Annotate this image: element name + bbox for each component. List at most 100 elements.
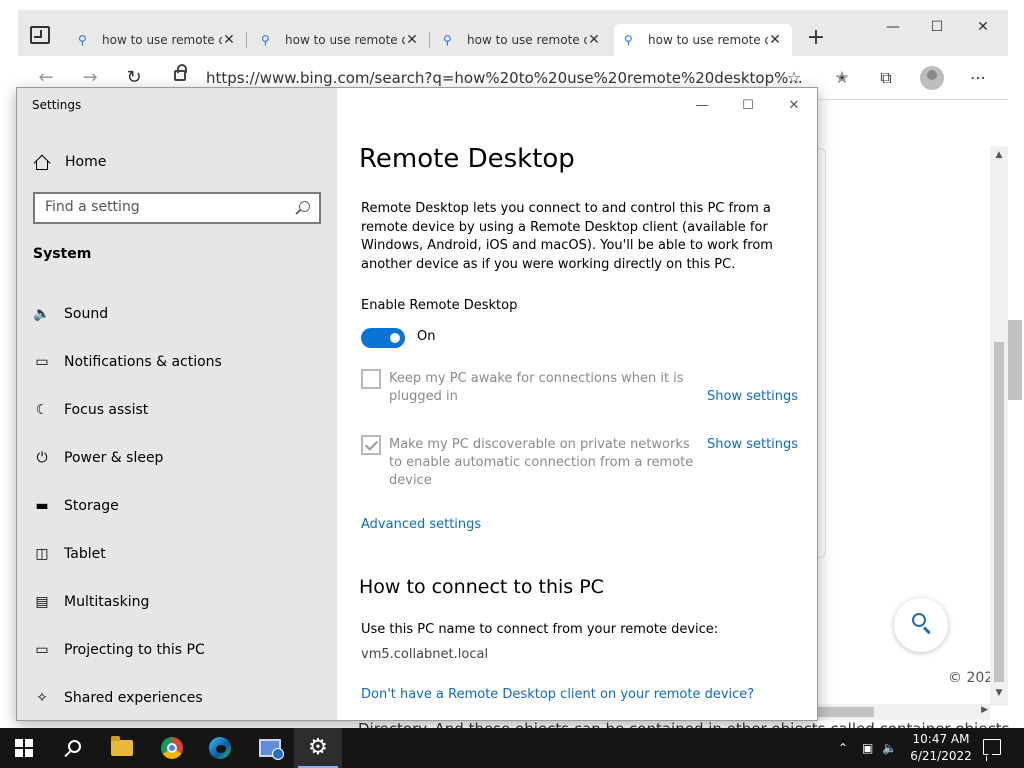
sidebar-item-tablet[interactable]: ◫ Tablet — [33, 542, 106, 566]
show-hidden-icons[interactable]: ⌃ — [838, 728, 848, 768]
search-fab-button[interactable] — [894, 598, 948, 652]
tab-title: how to use remote desktop — [102, 33, 222, 47]
bing-search-icon: ⚲ — [261, 33, 270, 47]
clock-time: 10:47 AM — [912, 732, 970, 746]
tablet-icon: ◫ — [35, 546, 49, 562]
settings-content: — ☐ ✕ Remote Desktop Remote Desktop lets… — [337, 88, 817, 720]
tab-actions-icon[interactable] — [30, 26, 50, 44]
edge-button[interactable] — [196, 728, 244, 768]
show-settings-link[interactable]: Show settings — [707, 437, 798, 452]
settings-window: Settings Home Find a setting System 🔈 So… — [16, 87, 818, 721]
projector-icon: ▭ — [35, 642, 49, 658]
outer-scroll-thumb[interactable] — [1008, 320, 1022, 400]
window-title: Settings — [32, 98, 82, 112]
file-explorer-button[interactable] — [98, 728, 146, 768]
settings-sidebar: Settings Home Find a setting System 🔈 So… — [17, 88, 337, 720]
sidebar-item-sound[interactable]: 🔈 Sound — [33, 302, 108, 326]
system-clock[interactable]: 10:47 AM 6/21/2022 — [905, 731, 977, 765]
connect-heading: How to connect to this PC — [359, 576, 604, 598]
close-tab-icon[interactable]: ✕ — [222, 32, 236, 48]
home-icon — [33, 154, 51, 172]
keep-awake-checkbox[interactable] — [361, 369, 381, 389]
browser-tab[interactable]: ⚲ how to use remote desktop ✕ — [433, 24, 611, 56]
show-settings-link[interactable]: Show settings — [707, 389, 798, 404]
pc-name-value: vm5.collabnet.local — [361, 647, 489, 662]
get-client-link[interactable]: Don't have a Remote Desktop client on yo… — [361, 687, 754, 702]
notification-center-icon[interactable] — [983, 739, 1001, 755]
scroll-down-icon[interactable]: ▼ — [990, 688, 1008, 698]
shared-icon: ✧ — [36, 690, 48, 706]
remote-desktop-app-button[interactable] — [246, 728, 294, 768]
scroll-thumb[interactable] — [994, 342, 1004, 682]
chrome-icon — [161, 737, 183, 759]
discoverable-checkbox[interactable] — [361, 435, 381, 455]
maximize-icon[interactable]: ☐ — [914, 14, 960, 40]
description-text: Remote Desktop lets you connect to and c… — [361, 201, 773, 272]
enable-remote-desktop-label: Enable Remote Desktop — [361, 298, 518, 313]
advanced-settings-link[interactable]: Advanced settings — [361, 517, 481, 532]
minimize-icon[interactable]: — — [687, 96, 717, 116]
remote-desktop-toggle[interactable] — [361, 328, 405, 348]
close-icon[interactable]: ✕ — [779, 96, 809, 116]
close-tab-icon[interactable]: ✕ — [405, 32, 419, 48]
bing-search-icon: ⚲ — [443, 33, 452, 47]
vertical-scrollbar[interactable]: ▲ ▼ — [990, 146, 1008, 706]
tab-title: how to use remote desktop — [285, 33, 405, 47]
sidebar-item-storage[interactable]: ▬ Storage — [33, 494, 119, 518]
scroll-thumb[interactable] — [818, 707, 874, 717]
sidebar-item-label: Power & sleep — [64, 450, 164, 466]
sidebar-item-label: Tablet — [64, 546, 106, 562]
more-menu-icon[interactable]: ⋯ — [966, 66, 990, 90]
sidebar-item-power-sleep[interactable]: ⏻ Power & sleep — [33, 446, 163, 470]
scroll-up-icon[interactable]: ▲ — [990, 150, 1008, 160]
browser-tab[interactable]: ⚲ how to use remote desktop ✕ — [68, 24, 247, 56]
close-tab-icon[interactable]: ✕ — [768, 32, 782, 48]
horizontal-scrollbar[interactable]: ▶ — [818, 704, 990, 720]
sidebar-item-label: Storage — [64, 498, 119, 514]
sidebar-item-projecting[interactable]: ▭ Projecting to this PC — [33, 638, 204, 662]
settings-app-button[interactable]: ⚙ — [294, 728, 342, 768]
folder-icon — [111, 736, 133, 756]
storage-icon: ▬ — [35, 498, 49, 514]
sidebar-item-multitasking[interactable]: ▤ Multitasking — [33, 590, 149, 614]
new-tab-button[interactable]: + — [802, 24, 830, 54]
sidebar-item-notifications[interactable]: ▭ Notifications & actions — [33, 350, 222, 374]
close-tab-icon[interactable]: ✕ — [587, 32, 601, 48]
bing-search-icon: ⚲ — [78, 33, 87, 47]
browser-tab-active[interactable]: ⚲ how to use remote desktop ✕ — [614, 24, 792, 56]
sidebar-item-label: Multitasking — [64, 594, 150, 610]
minimize-icon[interactable]: — — [870, 14, 916, 40]
speaker-icon: 🔈 — [33, 306, 51, 322]
maximize-icon[interactable]: ☐ — [733, 96, 763, 116]
edge-icon — [209, 737, 231, 759]
favorites-icon[interactable]: ✭ — [830, 66, 854, 90]
network-icon[interactable]: ▣ — [862, 728, 873, 768]
sidebar-item-shared-experiences[interactable]: ✧ Shared experiences — [33, 686, 203, 710]
sidebar-item-label: Shared experiences — [64, 690, 203, 706]
scroll-right-icon[interactable]: ▶ — [981, 705, 988, 715]
close-icon[interactable]: ✕ — [960, 14, 1006, 40]
pc-name-label: Use this PC name to connect from your re… — [361, 622, 719, 637]
collections-icon[interactable]: ⧉ — [874, 66, 898, 90]
start-button[interactable] — [0, 728, 48, 768]
search-icon — [299, 201, 310, 212]
tab-title: how to use remote desktop — [467, 33, 587, 47]
lock-icon[interactable] — [174, 64, 187, 81]
browser-tab[interactable]: ⚲ how to use remote desktop ✕ — [251, 24, 430, 56]
discoverable-label: Make my PC discoverable on private netwo… — [389, 437, 694, 488]
sidebar-item-label: Focus assist — [64, 402, 149, 418]
section-heading: System — [33, 246, 92, 262]
volume-icon[interactable]: 🔈 — [882, 728, 897, 768]
sidebar-item-label: Notifications & actions — [64, 354, 222, 370]
search-icon — [912, 613, 926, 627]
search-placeholder: Find a setting — [45, 199, 140, 215]
taskbar-search-button[interactable] — [48, 728, 96, 768]
chrome-button[interactable] — [148, 728, 196, 768]
home-label: Home — [65, 154, 107, 170]
profile-avatar[interactable] — [920, 66, 944, 90]
find-setting-input[interactable]: Find a setting — [33, 192, 321, 224]
gear-icon: ⚙ — [308, 735, 328, 760]
home-nav-item[interactable]: Home — [33, 150, 106, 174]
moon-icon: ☾ — [35, 402, 49, 418]
sidebar-item-focus-assist[interactable]: ☾ Focus assist — [33, 398, 149, 422]
